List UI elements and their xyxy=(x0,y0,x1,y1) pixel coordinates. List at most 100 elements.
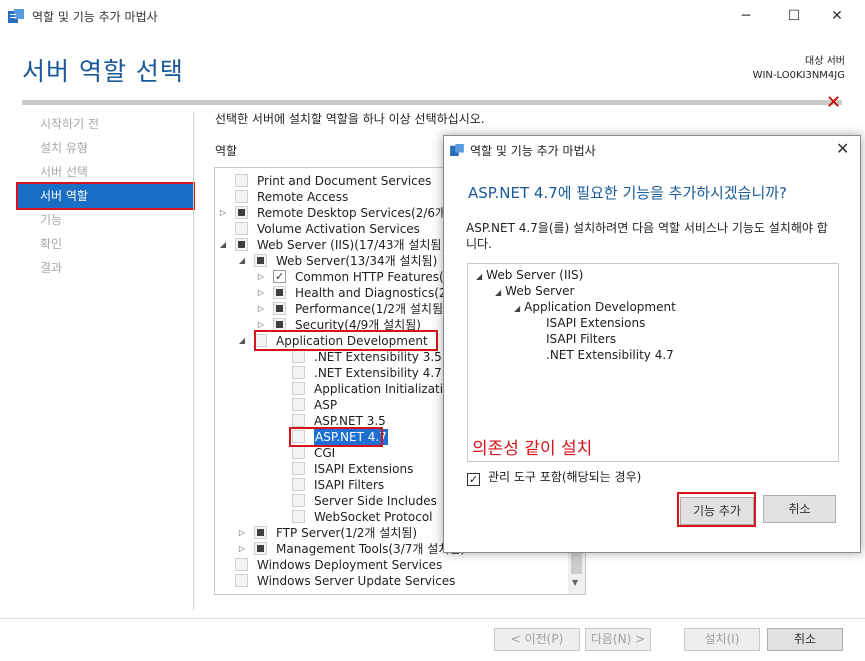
role-label: ISAPI Extensions xyxy=(314,462,414,476)
required-feature-item: ◢ Web Server (IIS) xyxy=(476,267,583,283)
role-checkbox[interactable] xyxy=(273,286,286,299)
sidebar-item-server-roles[interactable]: 서버 역할 xyxy=(16,182,195,210)
target-server-label: 대상 서버 xyxy=(805,56,845,67)
role-checkbox[interactable] xyxy=(254,254,267,267)
required-feature-item: ISAPI Filters xyxy=(546,331,616,347)
dialog-description: ASP.NET 4.7을(를) 설치하려면 다음 역할 서비스나 기능도 설치해… xyxy=(466,221,828,251)
sidebar-divider xyxy=(193,112,194,610)
dependency-annotation: 의존성 같이 설치 xyxy=(472,439,593,459)
role-label: CGI xyxy=(314,446,336,460)
role-checkbox[interactable] xyxy=(235,238,248,251)
role-label: Volume Activation Services xyxy=(257,222,420,236)
role-checkbox[interactable] xyxy=(292,462,305,475)
expand-arrow-icon[interactable]: ▷ xyxy=(256,301,266,317)
role-checkbox[interactable] xyxy=(292,398,305,411)
maximize-button[interactable]: ☐ xyxy=(771,0,817,32)
sidebar-item-results[interactable]: 결과 xyxy=(18,256,193,280)
role-checkbox[interactable] xyxy=(235,558,248,571)
scrollbar-thumb[interactable] xyxy=(571,552,582,574)
required-feature-item: ◢ Application Development xyxy=(514,299,676,315)
previous-button[interactable]: < 이전(P) xyxy=(494,628,580,651)
role-checkbox[interactable] xyxy=(235,574,248,587)
dialog-close-button[interactable]: ✕ xyxy=(836,139,849,158)
role-label: Management Tools(3/7개 설치됨) xyxy=(276,542,466,556)
role-checkbox[interactable] xyxy=(235,174,248,187)
role-checkbox[interactable] xyxy=(254,542,267,555)
role-label: Web Server(13/34개 설치됨) xyxy=(276,254,438,268)
required-feature-item: ◢ Web Server xyxy=(495,283,574,299)
collapse-arrow-icon: ◢ xyxy=(495,288,502,297)
required-feature-label: .NET Extensibility 4.7 xyxy=(546,348,674,362)
sidebar-item-installation-type[interactable]: 설치 유형 xyxy=(18,136,193,160)
role-checkbox[interactable] xyxy=(292,382,305,395)
role-label: Remote Access xyxy=(257,190,349,204)
include-management-tools[interactable]: ✓ 관리 도구 포함(해당되는 경우) xyxy=(467,468,641,486)
highlight-application-development xyxy=(254,330,438,351)
sidebar-item-before-you-begin[interactable]: 시작하기 전 xyxy=(18,112,193,136)
server-manager-icon xyxy=(450,144,464,156)
window-titlebar: 역할 및 기능 추가 마법사 ─ ☐ ✕ xyxy=(0,0,865,32)
dialog-headline: ASP.NET 4.7에 필요한 기능을 추가하시겠습니까? xyxy=(468,184,788,202)
role-label: ASP xyxy=(314,398,338,412)
instruction-text: 선택한 서버에 설치할 역할을 하나 이상 선택하십시오. xyxy=(215,112,485,126)
dialog-title: 역할 및 기능 추가 마법사 xyxy=(470,144,596,158)
required-feature-label: Web Server xyxy=(505,284,575,298)
role-checkbox[interactable] xyxy=(273,302,286,315)
role-label: Web Server (IIS)(17/43개 설치됨) xyxy=(257,238,447,252)
minimize-button[interactable]: ─ xyxy=(723,0,769,32)
scroll-down-arrow-icon[interactable]: ▼ xyxy=(572,578,578,587)
role-label: Server Side Includes xyxy=(314,494,437,508)
sidebar-item-features[interactable]: 기능 xyxy=(18,208,193,232)
expand-arrow-icon[interactable]: ▷ xyxy=(256,269,266,285)
role-label: ISAPI Filters xyxy=(314,478,385,492)
install-button[interactable]: 설치(I) xyxy=(684,628,760,651)
role-checkbox[interactable] xyxy=(235,190,248,203)
collapse-arrow-icon[interactable]: ◢ xyxy=(237,253,247,269)
target-server-name: WIN-LO0KI3NM4JG xyxy=(752,70,845,81)
role-checkbox[interactable] xyxy=(292,446,305,459)
cancel-button[interactable]: 취소 xyxy=(767,628,843,651)
error-close-icon[interactable]: ✕ xyxy=(826,92,841,113)
role-label: Print and Document Services xyxy=(257,174,432,188)
role-label: Application Initialization xyxy=(314,382,459,396)
target-server-info: 대상 서버 WIN-LO0KI3NM4JG xyxy=(753,55,845,83)
role-tree-item[interactable]: Windows Deployment Services xyxy=(215,557,575,573)
required-feature-item: .NET Extensibility 4.7 xyxy=(546,347,674,363)
collapse-arrow-icon[interactable]: ◢ xyxy=(237,333,247,349)
role-checkbox[interactable] xyxy=(254,526,267,539)
role-checkbox[interactable] xyxy=(235,222,248,235)
expand-arrow-icon[interactable]: ▷ xyxy=(237,541,247,557)
wizard-footer: < 이전(P) 다음(N) > 설치(I) 취소 xyxy=(0,618,865,661)
server-manager-icon xyxy=(8,9,24,23)
add-features-dialog: 역할 및 기능 추가 마법사 ✕ ASP.NET 4.7에 필요한 기능을 추가… xyxy=(443,135,861,553)
role-checkbox[interactable] xyxy=(292,494,305,507)
dialog-cancel-button[interactable]: 취소 xyxy=(763,495,836,523)
highlight-aspnet47 xyxy=(289,427,383,447)
collapse-arrow-icon: ◢ xyxy=(476,272,483,281)
role-checkbox[interactable] xyxy=(292,366,305,379)
add-features-button[interactable]: 기능 추가 xyxy=(680,497,754,525)
expand-arrow-icon[interactable]: ▷ xyxy=(256,285,266,301)
required-feature-label: ISAPI Filters xyxy=(546,332,617,346)
sidebar-item-server-selection[interactable]: 서버 선택 xyxy=(18,160,193,184)
role-checkbox[interactable] xyxy=(292,350,305,363)
role-checkbox[interactable] xyxy=(292,510,305,523)
next-button[interactable]: 다음(N) > xyxy=(585,628,651,651)
window-close-button[interactable]: ✕ xyxy=(814,0,860,32)
required-features-list: 의존성 같이 설치 ◢ Web Server (IIS) ◢ Web Server ◢ A… xyxy=(467,263,839,462)
page-title: 서버 역할 선택 xyxy=(22,57,184,86)
expand-arrow-icon[interactable]: ▷ xyxy=(237,525,247,541)
header-separator xyxy=(22,100,842,105)
role-label: Windows Deployment Services xyxy=(257,558,443,572)
role-checkbox[interactable] xyxy=(292,478,305,491)
collapse-arrow-icon[interactable]: ◢ xyxy=(218,237,228,253)
role-checkbox[interactable] xyxy=(273,269,286,285)
role-label: Performance(1/2개 설치됨) xyxy=(295,302,448,316)
include-management-tools-checkbox[interactable]: ✓ xyxy=(467,473,480,486)
role-checkbox[interactable] xyxy=(235,206,248,219)
expand-arrow-icon[interactable]: ▷ xyxy=(218,205,228,221)
role-checkbox[interactable] xyxy=(292,414,305,427)
role-tree-item[interactable]: Windows Server Update Services xyxy=(215,573,575,589)
sidebar-item-confirmation[interactable]: 확인 xyxy=(18,232,193,256)
role-label: WebSocket Protocol xyxy=(314,510,433,524)
